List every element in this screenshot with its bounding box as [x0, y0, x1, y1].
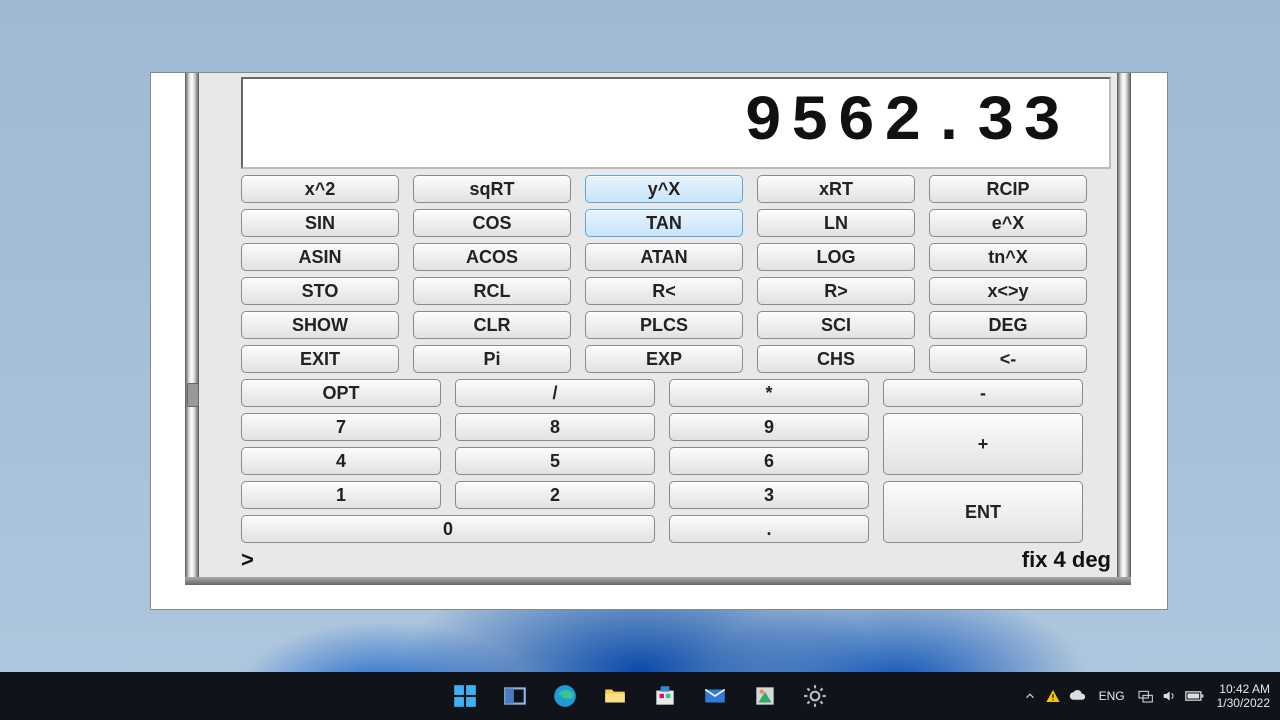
sci-button[interactable]: SCI [757, 311, 915, 339]
language-indicator[interactable]: ENG [1099, 689, 1125, 703]
mode-indicator: fix 4 deg [1022, 547, 1111, 573]
e-pow-x-button[interactable]: e^X [929, 209, 1087, 237]
frame-left [185, 73, 199, 585]
frame-right [1117, 73, 1131, 585]
task-view-icon [502, 683, 528, 709]
settings-button[interactable] [796, 677, 834, 715]
edge-icon [552, 683, 578, 709]
backspace-button[interactable]: <- [929, 345, 1087, 373]
sin-button[interactable]: SIN [241, 209, 399, 237]
plus-button[interactable]: + [883, 413, 1083, 475]
minus-button[interactable]: - [883, 379, 1083, 407]
divide-button[interactable]: / [455, 379, 655, 407]
places-button[interactable]: PLCS [585, 311, 743, 339]
app-button[interactable] [746, 677, 784, 715]
chs-button[interactable]: CHS [757, 345, 915, 373]
windows-icon [452, 683, 478, 709]
app-icon [752, 683, 778, 709]
exit-button[interactable]: EXIT [241, 345, 399, 373]
tray-chevron-icon[interactable] [1023, 689, 1037, 703]
network-icon[interactable] [1137, 688, 1153, 704]
clear-button[interactable]: CLR [413, 311, 571, 339]
calculator-display: 9562.33 [241, 77, 1111, 169]
roll-up-button[interactable]: R> [757, 277, 915, 305]
deg-button[interactable]: DEG [929, 311, 1087, 339]
mail-button[interactable] [696, 677, 734, 715]
digit-0-button[interactable]: 0 [241, 515, 655, 543]
clock-date: 1/30/2022 [1217, 696, 1270, 710]
opt-button[interactable]: OPT [241, 379, 441, 407]
pi-button[interactable]: Pi [413, 345, 571, 373]
function-button-grid: x^2 sqRT y^X xRT RCIP SIN COS TAN LN e^X… [241, 175, 1087, 373]
clock-time: 10:42 AM [1217, 682, 1270, 696]
digit-1-button[interactable]: 1 [241, 481, 441, 509]
clock[interactable]: 10:42 AM 1/30/2022 [1217, 682, 1270, 711]
numeric-keypad: OPT / * - 7 8 9 4 5 6 [241, 379, 1111, 549]
system-tray: ENG 10:42 AM 1/30/2022 [1023, 682, 1270, 711]
ln-button[interactable]: LN [757, 209, 915, 237]
side-nub [187, 383, 199, 407]
cloud-icon[interactable] [1069, 689, 1087, 703]
recall-button[interactable]: RCL [413, 277, 571, 305]
x-root-button[interactable]: xRT [757, 175, 915, 203]
frame-bottom [185, 577, 1131, 585]
digit-6-button[interactable]: 6 [669, 447, 869, 475]
sqrt-button[interactable]: sqRT [413, 175, 571, 203]
battery-icon[interactable] [1185, 690, 1205, 702]
enter-button[interactable]: ENT [883, 481, 1083, 543]
decimal-button[interactable]: . [669, 515, 869, 543]
digit-9-button[interactable]: 9 [669, 413, 869, 441]
atan-button[interactable]: ATAN [585, 243, 743, 271]
digit-7-button[interactable]: 7 [241, 413, 441, 441]
taskbar-center-icons [446, 677, 834, 715]
onedrive-warning-icon[interactable] [1045, 688, 1061, 704]
folder-icon [602, 683, 628, 709]
tan-button[interactable]: TAN [585, 209, 743, 237]
y-pow-x-button[interactable]: y^X [585, 175, 743, 203]
start-button[interactable] [446, 677, 484, 715]
acos-button[interactable]: ACOS [413, 243, 571, 271]
cos-button[interactable]: COS [413, 209, 571, 237]
store-button[interactable] [646, 677, 684, 715]
multiply-button[interactable]: * [669, 379, 869, 407]
exp-button[interactable]: EXP [585, 345, 743, 373]
reciprocal-button[interactable]: RCIP [929, 175, 1087, 203]
status-bar: > fix 4 deg [241, 547, 1111, 573]
file-explorer-button[interactable] [596, 677, 634, 715]
mail-icon [702, 683, 728, 709]
digit-3-button[interactable]: 3 [669, 481, 869, 509]
volume-icon[interactable] [1161, 688, 1177, 704]
digit-8-button[interactable]: 8 [455, 413, 655, 441]
ten-pow-x-button[interactable]: tn^X [929, 243, 1087, 271]
roll-down-button[interactable]: R< [585, 277, 743, 305]
gear-icon [802, 683, 828, 709]
calculator-body: 9562.33 x^2 sqRT y^X xRT RCIP SIN COS TA… [185, 73, 1131, 585]
show-button[interactable]: SHOW [241, 311, 399, 339]
taskbar: ENG 10:42 AM 1/30/2022 [0, 672, 1280, 720]
prompt-indicator: > [241, 547, 254, 573]
digit-2-button[interactable]: 2 [455, 481, 655, 509]
calculator-window: 9562.33 x^2 sqRT y^X xRT RCIP SIN COS TA… [150, 72, 1168, 610]
swap-xy-button[interactable]: x<>y [929, 277, 1087, 305]
edge-button[interactable] [546, 677, 584, 715]
x-squared-button[interactable]: x^2 [241, 175, 399, 203]
log-button[interactable]: LOG [757, 243, 915, 271]
digit-4-button[interactable]: 4 [241, 447, 441, 475]
digit-5-button[interactable]: 5 [455, 447, 655, 475]
task-view-button[interactable] [496, 677, 534, 715]
store-icon [652, 683, 678, 709]
asin-button[interactable]: ASIN [241, 243, 399, 271]
store-button[interactable]: STO [241, 277, 399, 305]
